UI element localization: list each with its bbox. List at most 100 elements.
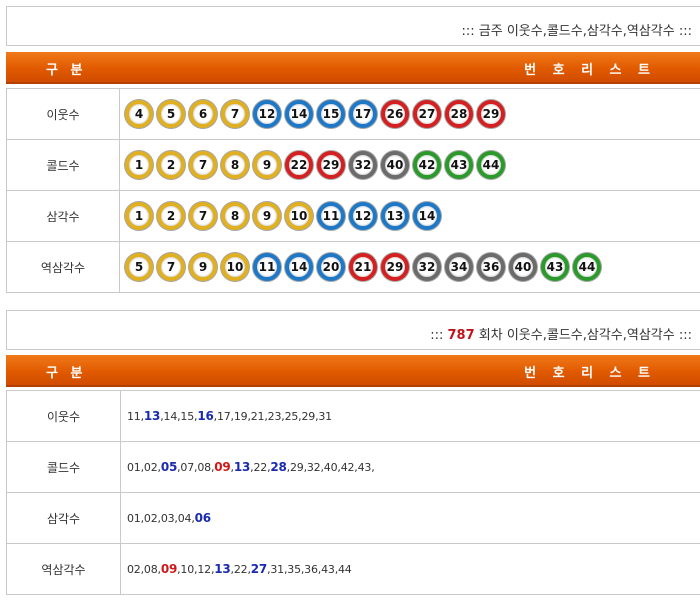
row-label: 이웃수: [7, 391, 121, 441]
highlighted-number: 13: [233, 460, 251, 474]
number: 32: [306, 460, 321, 474]
lotto-ball: 7: [189, 202, 217, 230]
lotto-ball: 11: [317, 202, 345, 230]
trailing-text: ,: [371, 460, 375, 474]
lotto-ball: 32: [349, 151, 377, 179]
section2-header: 구 분 번 호 리 스 트: [6, 355, 700, 387]
lotto-ball: 9: [189, 253, 217, 281]
lotto-ball: 22: [285, 151, 313, 179]
number: 21: [250, 409, 265, 423]
lotto-ball: 14: [413, 202, 441, 230]
number: 42: [340, 460, 355, 474]
lotto-ball: 8: [221, 151, 249, 179]
section2-row: 삼각수 01, 02, 03, 04, 06: [7, 493, 700, 544]
lotto-ball: 29: [317, 151, 345, 179]
number-list: 01, 02, 05, 07, 08, 09, 13, 22, 28, 29, …: [127, 442, 375, 492]
number: 08: [143, 562, 158, 576]
lotto-ball: 8: [221, 202, 249, 230]
lotto-ball: 2: [157, 151, 185, 179]
highlighted-number: 06: [194, 511, 212, 525]
number: 08: [197, 460, 211, 474]
lotto-ball: 1: [125, 151, 153, 179]
number: 02: [143, 460, 158, 474]
section2-title: ::: 787 회차 이웃수,콜드수,삼각수,역삼각수 :::: [430, 324, 692, 343]
highlighted-number: 28: [270, 460, 287, 474]
highlighted-number: 27: [250, 562, 268, 576]
number: 31: [318, 409, 332, 423]
number: 35: [287, 562, 301, 576]
number: 11: [127, 409, 141, 423]
row-label: 이웃수: [7, 89, 120, 139]
lotto-ball: 27: [413, 100, 441, 128]
number: 31: [270, 562, 284, 576]
lotto-ball: 44: [573, 253, 601, 281]
number: 01: [127, 460, 141, 474]
lotto-ball: 14: [285, 100, 313, 128]
lotto-ball: 11: [253, 253, 281, 281]
number: 14: [163, 409, 178, 423]
section1-header-category: 구 분: [46, 63, 87, 78]
number: 02: [127, 562, 141, 576]
lotto-ball: 7: [221, 100, 249, 128]
number: 07: [180, 460, 195, 474]
number-list: 02, 08, 09, 10, 12, 13, 22, 27, 31, 35, …: [127, 544, 352, 594]
lotto-ball: 4: [125, 100, 153, 128]
number: 43: [321, 562, 335, 576]
lotto-ball: 1: [125, 202, 153, 230]
number: 29: [301, 409, 316, 423]
number: 01: [127, 511, 141, 525]
number: 29: [289, 460, 304, 474]
lotto-ball: 5: [125, 253, 153, 281]
number: 36: [304, 562, 318, 576]
section2-row: 콜드수 01, 02, 05, 07, 08, 09, 13, 22, 28, 2…: [7, 442, 700, 493]
lotto-ball: 2: [157, 202, 185, 230]
lotto-ball: 14: [285, 253, 313, 281]
section2-header-numbers: 번 호 리 스 트: [524, 366, 656, 381]
highlighted-number: 09: [214, 460, 231, 474]
section2-title-suffix: 회차 이웃수,콜드수,삼각수,역삼각수 :::: [478, 328, 692, 343]
lotto-ball: 10: [285, 202, 313, 230]
lotto-ball: 28: [445, 100, 473, 128]
highlighted-number: 13: [214, 562, 231, 576]
row-label: 역삼각수: [7, 544, 121, 594]
section2-header-category: 구 분: [46, 366, 87, 381]
lotto-ball: 34: [445, 253, 473, 281]
section2-title-box: ::: 787 회차 이웃수,콜드수,삼각수,역삼각수 :::: [6, 310, 700, 350]
lotto-ball: 21: [349, 253, 377, 281]
section1-row: 콜드수 1 2 7 8 9 22 29 32 40 42 43 44: [7, 140, 700, 191]
row-label: 콜드수: [7, 442, 121, 492]
lotto-ball: 15: [317, 100, 345, 128]
row-label: 삼각수: [7, 493, 121, 543]
section1-title-box: ::: 금주 이웃수,콜드수,삼각수,역삼각수 :::: [6, 6, 700, 46]
lotto-ball: 36: [477, 253, 505, 281]
section1-title: ::: 금주 이웃수,콜드수,삼각수,역삼각수 :::: [461, 24, 692, 39]
row-label: 삼각수: [7, 191, 120, 241]
number: 19: [233, 409, 248, 423]
row-label: 콜드수: [7, 140, 120, 190]
highlighted-number: 13: [143, 409, 161, 423]
lotto-ball: 9: [253, 151, 281, 179]
section1-table: 이웃수 4 5 6 7 12 14 15 17 26 27 28 29 콜드수 1 2 7 8 9 22 29 32 40 4…: [6, 88, 700, 293]
lotto-ball: 26: [381, 100, 409, 128]
lotto-ball: 43: [541, 253, 569, 281]
section2-title-prefix: :::: [430, 328, 444, 343]
number: 02: [143, 511, 158, 525]
ball-list: 4 5 6 7 12 14 15 17 26 27 28 29: [125, 89, 509, 139]
section1-header-numbers: 번 호 리 스 트: [524, 63, 656, 78]
lotto-ball: 44: [477, 151, 505, 179]
ball-list: 5 7 9 10 11 14 20 21 29 32 34 36 40 43 44: [125, 242, 605, 292]
lotto-ball: 20: [317, 253, 345, 281]
number: 43: [357, 460, 372, 474]
number: 40: [323, 460, 338, 474]
number: 22: [233, 562, 248, 576]
ball-list: 1 2 7 8 9 10 11 12 13 14: [125, 191, 445, 241]
section2-row: 이웃수 11, 13, 14, 15, 16, 17, 19, 21, 23, 2…: [7, 391, 700, 442]
lotto-ball: 5: [157, 100, 185, 128]
section1-row: 역삼각수 5 7 9 10 11 14 20 21 29 32 34 36 40 43 44: [7, 242, 700, 293]
section2-round-number: 787: [447, 328, 475, 343]
row-label: 역삼각수: [7, 242, 120, 292]
highlighted-number: 16: [197, 409, 214, 423]
lotto-ball: 40: [509, 253, 537, 281]
lotto-ball: 17: [349, 100, 377, 128]
section1-row: 삼각수 1 2 7 8 9 10 11 12 13 14: [7, 191, 700, 242]
